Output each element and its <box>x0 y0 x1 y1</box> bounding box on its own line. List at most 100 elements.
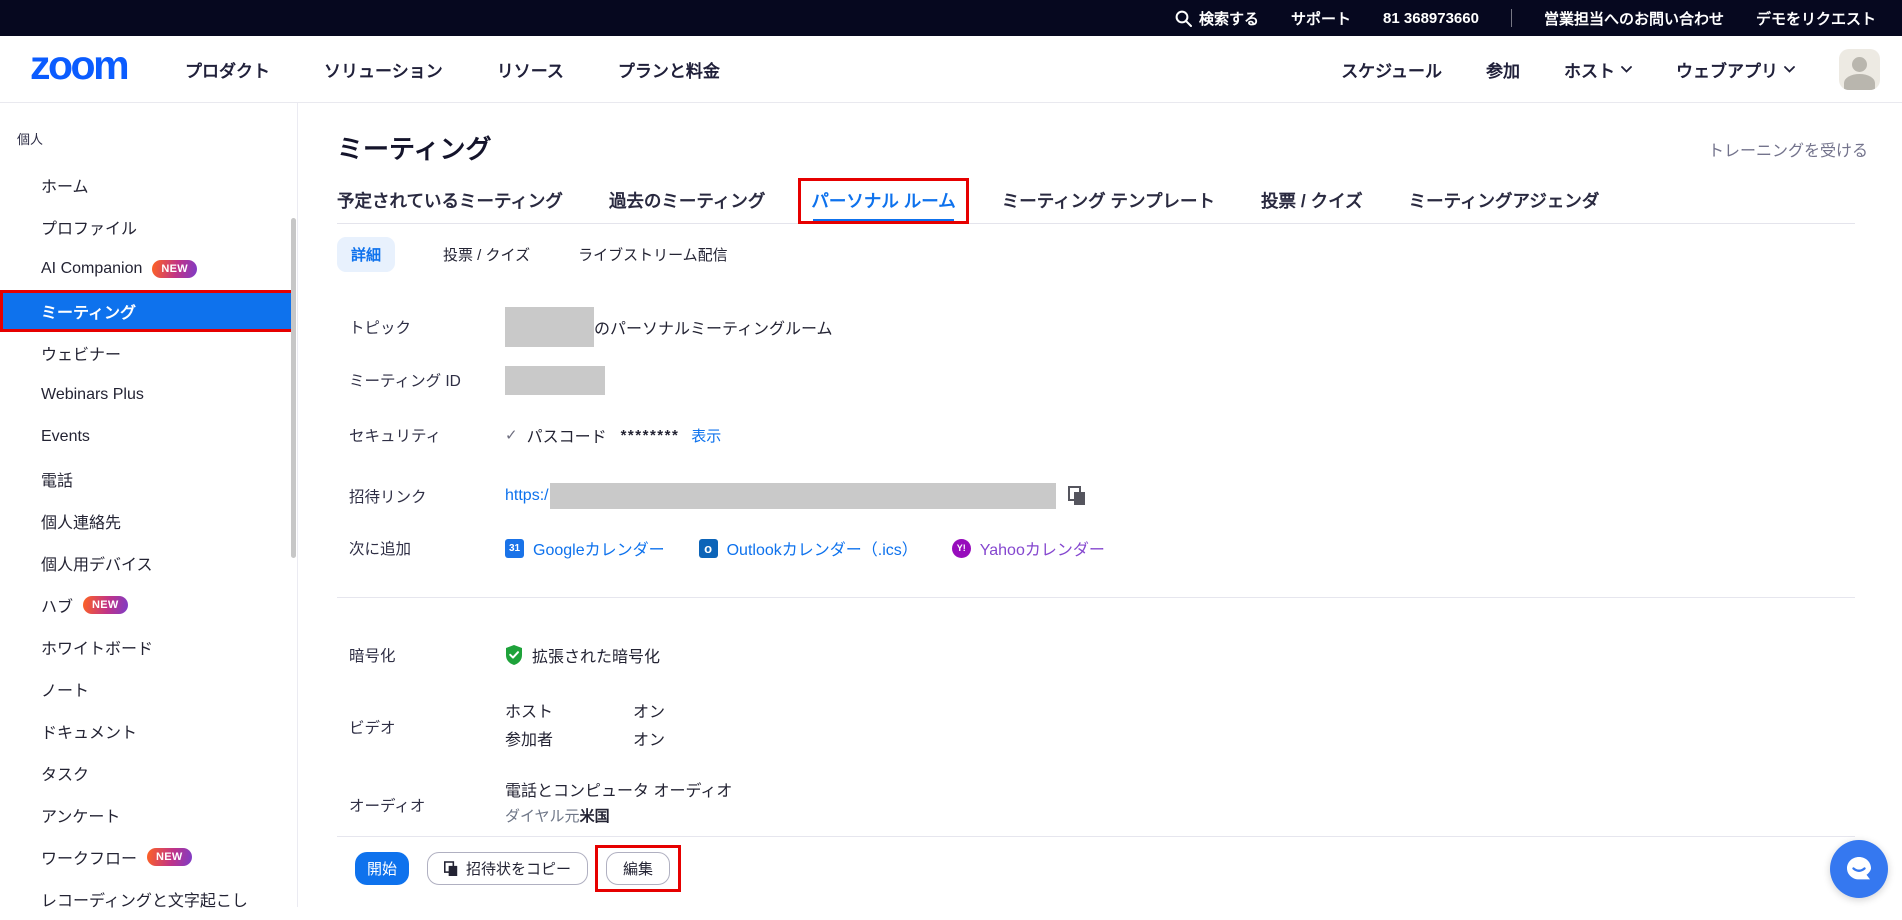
webapp-dropdown[interactable]: ウェブアプリ <box>1676 57 1795 82</box>
nav-item-solutions[interactable]: ソリューション <box>324 57 443 82</box>
tab-meeting-agenda[interactable]: ミーティングアジェンダ <box>1409 178 1600 223</box>
encryption-row: 暗号化 拡張された暗号化 <box>337 634 1855 676</box>
sidebar-item-label: タスク <box>41 761 89 785</box>
page-title: ミーティング <box>337 129 491 166</box>
sidebar-item-hub[interactable]: ハブ NEW <box>0 584 298 626</box>
contact-sales-link[interactable]: 営業担当へのお問い合わせ <box>1544 8 1724 29</box>
zoom-logo[interactable]: zoom <box>30 45 127 94</box>
google-calendar-link[interactable]: 31 Googleカレンダー <box>505 536 665 560</box>
chevron-down-icon <box>1621 66 1632 73</box>
topic-suffix: のパーソナルミーティングルーム <box>594 315 833 339</box>
outlook-calendar-link[interactable]: o Outlookカレンダー（.ics） <box>699 536 918 560</box>
tab-upcoming-meetings[interactable]: 予定されているミーティング <box>337 178 563 223</box>
subtab-live-streaming[interactable]: ライブストリーム配信 <box>578 244 728 265</box>
sidebar-item-devices[interactable]: 個人用デバイス <box>0 542 298 584</box>
sidebar-item-home[interactable]: ホーム <box>0 164 298 206</box>
check-icon: ✓ <box>505 426 518 444</box>
video-host-label: ホスト <box>505 698 633 722</box>
sidebar-scrollbar[interactable] <box>291 218 296 558</box>
support-link[interactable]: サポート <box>1291 8 1351 29</box>
tab-personal-room[interactable]: パーソナル ルーム <box>811 178 955 223</box>
search-icon <box>1175 10 1192 27</box>
top-utility-bar: 検索する サポート 81 368973660 営業担当へのお問い合わせ デモをリ… <box>0 0 1902 36</box>
main-content: ミーティング トレーニングを受ける 予定されているミーティング 過去のミーティン… <box>298 103 1902 907</box>
sidebar-item-ai-companion[interactable]: AI Companion NEW <box>0 248 298 290</box>
copy-link-icon[interactable] <box>1068 486 1086 506</box>
sidebar-item-notes[interactable]: ノート <box>0 668 298 710</box>
search-label: 検索する <box>1199 8 1259 29</box>
show-passcode-link[interactable]: 表示 <box>691 425 721 446</box>
sidebar-item-label: ウェビナー <box>41 341 121 365</box>
encryption-value: 拡張された暗号化 <box>532 643 660 667</box>
sidebar-item-webinars[interactable]: ウェビナー <box>0 332 298 374</box>
google-calendar-icon: 31 <box>505 539 524 558</box>
sidebar-item-contacts[interactable]: 個人連絡先 <box>0 500 298 542</box>
topic-row: トピック のパーソナルミーティングルーム <box>337 306 1855 348</box>
sidebar-item-label: Webinars Plus <box>41 386 144 404</box>
invite-url-prefix[interactable]: https:/ <box>505 487 549 505</box>
nav-actions: スケジュール 参加 ホスト ウェブアプリ <box>1341 49 1880 90</box>
schedule-link[interactable]: スケジュール <box>1341 57 1442 82</box>
join-link[interactable]: 参加 <box>1486 57 1520 82</box>
security-row: セキュリティ ✓ パスコード ******** 表示 <box>337 414 1855 456</box>
copy-icon <box>444 861 458 877</box>
nav-item-resources[interactable]: リソース <box>497 57 564 82</box>
sidebar-item-docs[interactable]: ドキュメント <box>0 710 298 752</box>
invite-link-row: 招待リンク https:/ <box>337 475 1855 517</box>
search-button[interactable]: 検索する <box>1175 8 1259 29</box>
nav-item-products[interactable]: プロダクト <box>185 57 270 82</box>
sidebar-section-personal: 個人 <box>17 129 43 148</box>
personal-room-subtabs: 詳細 投票 / クイズ ライブストリーム配信 <box>337 237 728 272</box>
subtab-details[interactable]: 詳細 <box>337 237 395 272</box>
topic-label: トピック <box>337 316 505 338</box>
tab-label: 過去のミーティング <box>609 188 765 213</box>
avatar[interactable] <box>1839 49 1880 90</box>
security-label: セキュリティ <box>337 424 505 446</box>
phone-number[interactable]: 81 368973660 <box>1383 10 1479 27</box>
tab-label: 投票 / クイズ <box>1261 188 1363 213</box>
invite-link-label: 招待リンク <box>337 485 505 507</box>
request-demo-link[interactable]: デモをリクエスト <box>1756 8 1876 29</box>
tab-previous-meetings[interactable]: 過去のミーティング <box>609 178 765 223</box>
get-training-link[interactable]: トレーニングを受ける <box>1708 137 1868 161</box>
sidebar-item-label: アンケート <box>41 803 120 827</box>
sidebar-item-meetings[interactable]: ミーティング <box>0 290 294 332</box>
sidebar-item-label: ノート <box>41 677 89 701</box>
tab-label: 予定されているミーティング <box>337 188 563 213</box>
sidebar-item-profile[interactable]: プロファイル <box>0 206 298 248</box>
tab-meeting-templates[interactable]: ミーティング テンプレート <box>1002 178 1215 223</box>
sidebar-item-workflows[interactable]: ワークフロー NEW <box>0 836 298 878</box>
meetings-tabs: 予定されているミーティング 過去のミーティング パーソナル ルーム ミーティング… <box>337 178 1855 224</box>
yahoo-calendar-link[interactable]: Y! Yahooカレンダー <box>952 536 1105 560</box>
tab-polls-quizzes[interactable]: 投票 / クイズ <box>1261 178 1363 223</box>
sidebar-item-label: レコーディングと文字起こし <box>41 887 248 911</box>
copy-invitation-button[interactable]: 招待状をコピー <box>427 852 588 885</box>
sidebar-item-label: ハブ <box>41 593 73 617</box>
host-dropdown[interactable]: ホスト <box>1564 57 1632 82</box>
passcode-mask: ******** <box>621 427 680 444</box>
sidebar-item-tasks[interactable]: タスク <box>0 752 298 794</box>
encryption-label: 暗号化 <box>337 644 505 666</box>
sidebar-item-surveys[interactable]: アンケート <box>0 794 298 836</box>
host-label: ホスト <box>1564 57 1615 82</box>
edit-button[interactable]: 編集 <box>606 852 670 885</box>
chat-widget-button[interactable] <box>1830 840 1888 898</box>
sidebar-item-label: Events <box>41 428 90 446</box>
subtab-polls-quizzes[interactable]: 投票 / クイズ <box>443 244 530 265</box>
nav-item-plans[interactable]: プランと料金 <box>618 57 720 82</box>
topbar-divider <box>1511 9 1512 27</box>
sidebar-item-whiteboard[interactable]: ホワイトボード <box>0 626 298 668</box>
sidebar-item-recordings[interactable]: レコーディングと文字起こし <box>0 878 298 920</box>
audio-label: オーディオ <box>337 789 505 816</box>
chat-bubble-icon <box>1844 854 1874 884</box>
sidebar-item-events[interactable]: Events <box>0 416 298 458</box>
new-badge: NEW <box>83 596 128 614</box>
add-to-label: 次に追加 <box>337 537 505 559</box>
tab-label: パーソナル ルーム <box>811 188 955 213</box>
sidebar-item-webinars-plus[interactable]: Webinars Plus <box>0 374 298 416</box>
sidebar-item-phone[interactable]: 電話 <box>0 458 298 500</box>
chevron-down-icon <box>1784 66 1795 73</box>
shield-check-icon <box>505 645 523 665</box>
start-button[interactable]: 開始 <box>355 852 409 885</box>
main-navbar: zoom プロダクト ソリューション リソース プランと料金 スケジュール 参加… <box>0 36 1902 103</box>
